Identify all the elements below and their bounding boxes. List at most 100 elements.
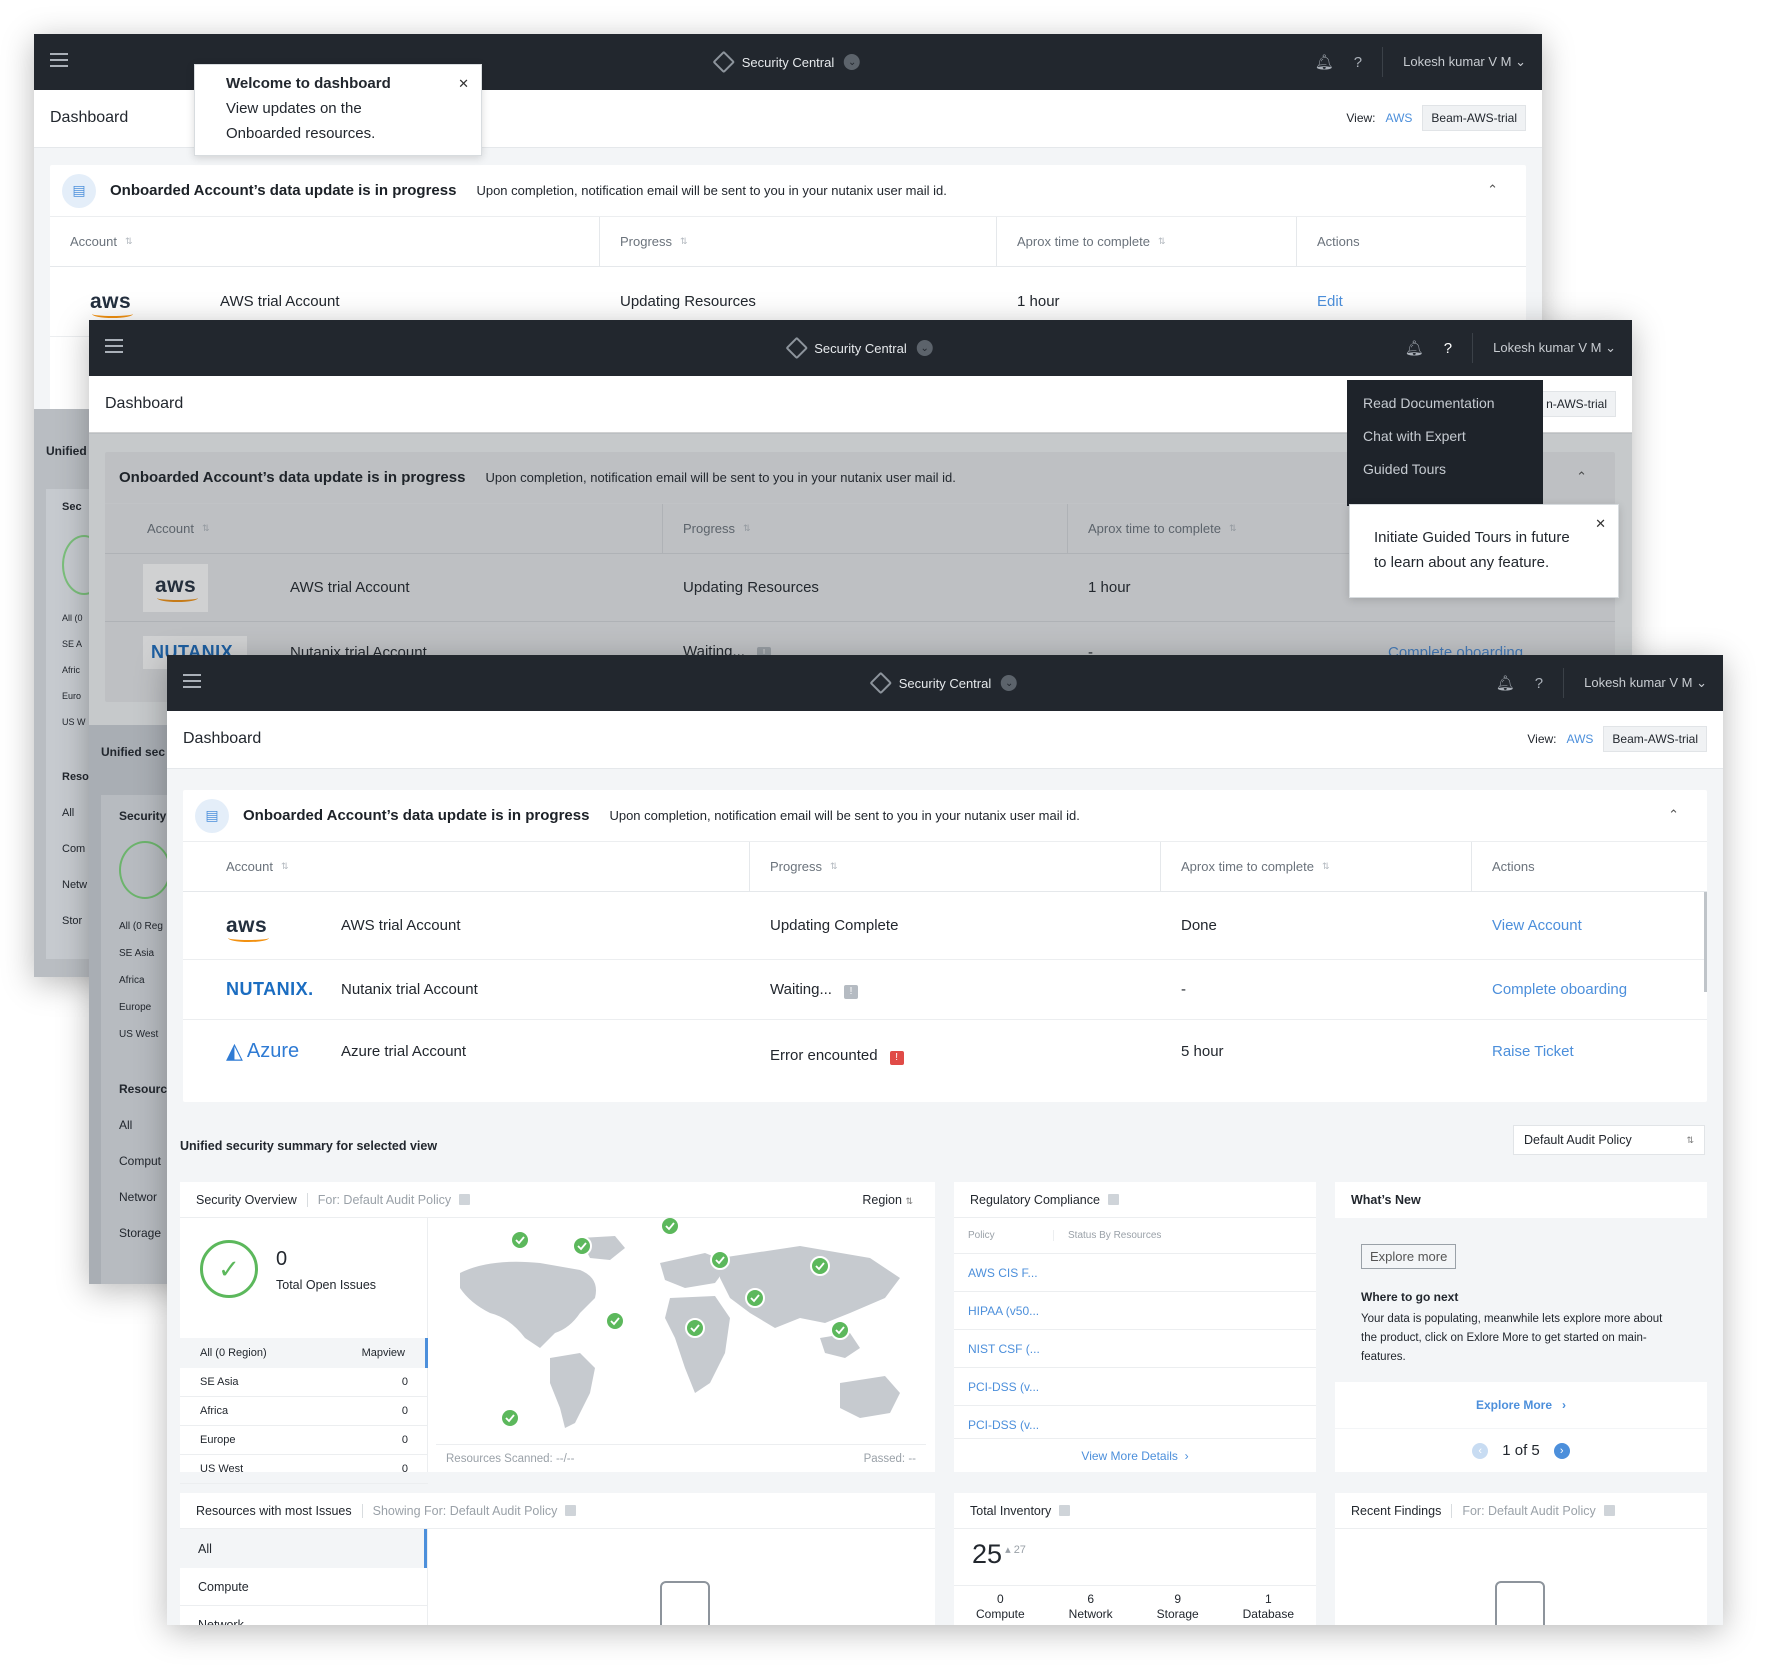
region-header[interactable]: All (0 Region) Mapview — [180, 1338, 428, 1368]
collapse-chevron-icon[interactable]: ⌃ — [1487, 182, 1498, 198]
help-icon[interactable]: ? — [1444, 340, 1452, 357]
whats-new-body: Your data is populating, meanwhile lets … — [1361, 1313, 1663, 1363]
raise-ticket-link[interactable]: Raise Ticket — [1472, 1043, 1707, 1060]
hamburger-menu-icon[interactable] — [105, 339, 123, 353]
help-icon[interactable]: ? — [1354, 54, 1362, 71]
col-time[interactable]: Aprox time to complete ⇅ — [997, 217, 1297, 266]
view-selector: View: AWS Beam-AWS-trial — [1527, 726, 1707, 752]
brand[interactable]: Security Central ⌄ — [869, 655, 1018, 711]
region-row[interactable]: Africa 0 — [180, 1397, 428, 1426]
recent-findings-card: Recent Findings For: Default Audit Polic… — [1335, 1493, 1707, 1625]
total-inventory-card: Total Inventory 25 ▴ 27 0 Compute 6 Network… — [954, 1493, 1316, 1625]
view-account-link[interactable]: View Account — [1472, 917, 1707, 934]
menu-item-guided-tours[interactable]: Guided Tours — [1347, 452, 1543, 485]
view-more-details-link[interactable]: View More Details › — [954, 1438, 1316, 1472]
inventory-item[interactable]: 9 Storage — [1157, 1586, 1199, 1625]
region-status-marker[interactable] — [500, 1408, 520, 1428]
where-to-go-next: Where to go next — [1361, 1290, 1459, 1304]
user-menu[interactable]: Lokesh kumar V M ⌄ — [1403, 54, 1526, 70]
region-row[interactable]: Europe 0 — [180, 1426, 428, 1455]
region-row[interactable]: US West 0 — [180, 1455, 428, 1484]
policy-row[interactable]: PCI-DSS (v... — [954, 1368, 1316, 1406]
tab-all[interactable]: All — [180, 1529, 427, 1568]
passed-count: Passed: -- — [863, 1452, 916, 1465]
region-status-marker[interactable] — [572, 1236, 592, 1256]
brand[interactable]: Security Central ⌄ — [784, 320, 933, 376]
view-cloud-link[interactable]: AWS — [1386, 111, 1413, 125]
inventory-item[interactable]: 6 Network — [1069, 1586, 1113, 1625]
nutanix-logo: NUTANIX. — [226, 979, 314, 999]
chevron-down-icon[interactable]: ⌄ — [1001, 675, 1018, 691]
welcome-tooltip: ✕ Welcome to dashboard View updates on t… — [194, 64, 482, 156]
sub-header: Dashboard View: AWS Beam-AWS-trial — [167, 711, 1723, 769]
policy-row[interactable]: HIPAA (v50... — [954, 1292, 1316, 1330]
view-account-chip[interactable]: Beam-AWS-trial — [1603, 726, 1707, 752]
summary-title: Unified security summary for selected vi… — [180, 1139, 438, 1153]
view-cloud-link[interactable]: AWS — [1567, 732, 1594, 746]
user-menu[interactable]: Lokesh kumar V M ⌄ — [1493, 340, 1616, 356]
security-central-logo-icon — [784, 336, 808, 360]
inventory-item[interactable]: 1 Database — [1243, 1586, 1294, 1625]
region-status-marker[interactable] — [510, 1230, 530, 1250]
brand[interactable]: Security Central ⌄ — [712, 34, 861, 90]
collapse-chevron-icon[interactable]: ⌃ — [1668, 807, 1679, 823]
region-status-marker[interactable] — [830, 1320, 850, 1340]
security-central-logo-icon — [712, 50, 736, 74]
bell-icon[interactable]: 🔔︎ — [1315, 53, 1334, 71]
issues-label: Total Open Issues — [276, 1278, 377, 1292]
close-icon[interactable]: ✕ — [458, 71, 469, 96]
hamburger-menu-icon[interactable] — [50, 53, 68, 67]
bell-icon[interactable]: 🔔︎ — [1405, 339, 1424, 357]
col-account[interactable]: Account ⇅ — [50, 217, 600, 266]
bell-icon[interactable]: 🔔︎ — [1496, 674, 1515, 692]
next-icon[interactable]: › — [1553, 1442, 1570, 1459]
view-account-chip[interactable]: Beam-AWS-trial — [1422, 105, 1526, 131]
col-time[interactable]: Aprox time to complete ⇅ — [1161, 842, 1472, 891]
prev-icon[interactable]: ‹ — [1472, 1442, 1489, 1459]
explore-more-button[interactable]: Explore more — [1361, 1244, 1457, 1269]
col-progress[interactable]: Progress ⇅ — [600, 217, 997, 266]
col-progress[interactable]: Progress ⇅ — [750, 842, 1161, 891]
tab-network[interactable]: Network — [180, 1606, 427, 1625]
info-icon: ! — [843, 984, 858, 999]
policy-row[interactable]: PCI-DSS (v... — [954, 1406, 1316, 1438]
world-map[interactable] — [430, 1216, 935, 1444]
tab-compute[interactable]: Compute — [180, 1568, 427, 1606]
info-icon — [1603, 1505, 1615, 1516]
pager: 1 of 5 — [1502, 1442, 1540, 1459]
scrollbar[interactable] — [1704, 892, 1707, 992]
chevron-down-icon[interactable]: ⌄ — [916, 340, 933, 356]
menu-item-read-documentation[interactable]: Read Documentation — [1347, 386, 1543, 419]
region-status-marker[interactable] — [605, 1311, 625, 1331]
azure-logo: ◭ Azure — [226, 1038, 300, 1063]
top-bar: Security Central ⌄ 🔔︎ ? Lokesh kumar V M… — [167, 655, 1723, 711]
edit-link[interactable]: Edit — [1297, 293, 1526, 310]
col-account[interactable]: Account ⇅ — [183, 842, 750, 891]
empty-state-mug-icon — [1495, 1581, 1545, 1625]
close-icon[interactable]: ✕ — [1595, 511, 1606, 536]
complete-onboarding-link[interactable]: Complete oboarding — [1472, 981, 1707, 998]
chevron-down-icon[interactable]: ⌄ — [844, 54, 861, 70]
hamburger-menu-icon[interactable] — [183, 674, 201, 688]
info-icon — [1059, 1505, 1071, 1516]
user-menu[interactable]: Lokesh kumar V M ⌄ — [1584, 675, 1707, 691]
policy-row[interactable]: AWS CIS F... — [954, 1254, 1316, 1292]
info-icon — [459, 1194, 471, 1205]
onboarding-note: Upon completion, notification email will… — [609, 808, 1080, 823]
whats-new-card: What’s New Explore more Where to go next… — [1335, 1182, 1707, 1472]
help-icon[interactable]: ? — [1535, 675, 1543, 692]
dashboard-window-3: Security Central ⌄ 🔔︎ ? Lokesh kumar V M… — [167, 655, 1723, 1625]
region-status-marker[interactable] — [745, 1288, 765, 1308]
explore-more-link[interactable]: Explore More › — [1335, 1382, 1707, 1428]
policy-select[interactable]: Default Audit Policy ⇅ — [1513, 1125, 1705, 1155]
inventory-item[interactable]: 0 Compute — [976, 1586, 1025, 1625]
region-status-marker[interactable] — [685, 1318, 705, 1338]
region-row[interactable]: SE Asia 0 — [180, 1368, 428, 1397]
region-status-marker[interactable] — [810, 1256, 830, 1276]
policy-row[interactable]: NIST CSF (... — [954, 1330, 1316, 1368]
view-account-chip[interactable]: n-AWS-trial — [1537, 391, 1616, 417]
region-select[interactable]: Region ⇅ — [862, 1193, 913, 1207]
menu-item-chat-with-expert[interactable]: Chat with Expert — [1347, 419, 1543, 452]
region-status-marker[interactable] — [710, 1250, 730, 1270]
security-overview-card: Security Overview For: Default Audit Pol… — [180, 1182, 935, 1484]
